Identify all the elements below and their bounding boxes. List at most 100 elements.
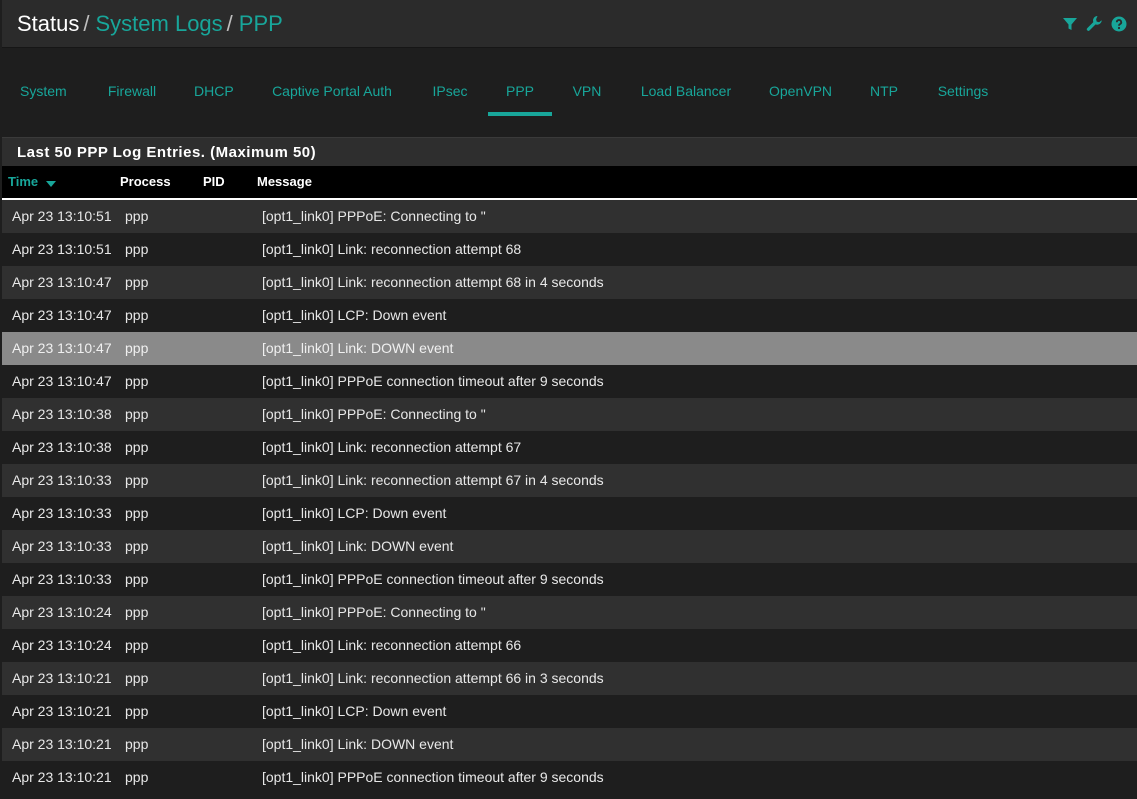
filter-icon[interactable]	[1062, 16, 1078, 32]
log-panel: Last 50 PPP Log Entries. (Maximum 50) Ti…	[2, 137, 1137, 799]
breadcrumb-separator: /	[83, 11, 90, 36]
tab-load-balancer[interactable]: Load Balancer	[640, 68, 732, 114]
table-row[interactable]: Apr 23 13:10:33 ppp [opt1_link0] LCP: Down…	[2, 497, 1137, 530]
cell-message: [opt1_link0] PPPoE connection timeout af…	[262, 769, 604, 785]
table-row[interactable]: Apr 23 13:10:24 ppp [opt1_link0] PPPoE: Co…	[2, 596, 1137, 629]
cell-process: ppp	[125, 670, 149, 686]
cell-message: [opt1_link0] LCP: Down event	[262, 703, 447, 719]
table-header: Time Process PID Message	[2, 166, 1137, 200]
table-row[interactable]: Apr 23 13:10:33 ppp [opt1_link0] Link: rec…	[2, 464, 1137, 497]
column-time-label: Time	[8, 174, 39, 189]
cell-process: ppp	[125, 208, 149, 224]
cell-process: ppp	[125, 703, 149, 719]
breadcrumb-status: Status	[17, 11, 80, 36]
table-row[interactable]: Apr 23 13:10:51 ppp [opt1_link0] PPPoE: Co…	[2, 200, 1137, 233]
table-row[interactable]: Apr 23 13:10:47 ppp [opt1_link0] Link: rec…	[2, 266, 1137, 299]
breadcrumb-separator: /	[226, 11, 233, 36]
cell-process: ppp	[125, 571, 149, 587]
cell-message: [opt1_link0] Link: reconnection attempt …	[262, 472, 604, 488]
tab-ntp[interactable]: NTP	[869, 68, 899, 114]
table-row[interactable]: Apr 23 13:10:47 ppp [opt1_link0] Link: DOW…	[2, 332, 1137, 365]
cell-time: Apr 23 13:10:21	[12, 769, 112, 785]
cell-message: [opt1_link0] Link: reconnection attempt …	[262, 241, 522, 257]
log-table-body: Apr 23 13:10:51 ppp [opt1_link0] PPPoE: Co…	[2, 200, 1137, 794]
cell-time: Apr 23 13:10:24	[12, 604, 112, 620]
panel-title: Last 50 PPP Log Entries. (Maximum 50)	[2, 137, 1137, 166]
table-row[interactable]: Apr 23 13:10:21 ppp [opt1_link0] LCP: Down…	[2, 695, 1137, 728]
page-header: Status / System Logs / PPP	[2, 0, 1137, 48]
cell-message: [opt1_link0] PPPoE connection timeout af…	[262, 571, 604, 587]
column-message[interactable]: Message	[257, 174, 312, 189]
cell-message: [opt1_link0] Link: DOWN event	[262, 538, 454, 554]
cell-time: Apr 23 13:10:24	[12, 637, 112, 653]
table-row[interactable]: Apr 23 13:10:24 ppp [opt1_link0] Link: rec…	[2, 629, 1137, 662]
cell-process: ppp	[125, 472, 149, 488]
cell-time: Apr 23 13:10:47	[12, 340, 112, 356]
cell-time: Apr 23 13:10:21	[12, 670, 112, 686]
cell-message: [opt1_link0] LCP: Down event	[262, 307, 447, 323]
cell-message: [opt1_link0] LCP: Down event	[262, 505, 447, 521]
cell-time: Apr 23 13:10:51	[12, 208, 112, 224]
cell-message: [opt1_link0] Link: DOWN event	[262, 736, 454, 752]
cell-process: ppp	[125, 307, 149, 323]
table-row[interactable]: Apr 23 13:10:51 ppp [opt1_link0] Link: rec…	[2, 233, 1137, 266]
cell-process: ppp	[125, 769, 149, 785]
cell-process: ppp	[125, 637, 149, 653]
help-icon[interactable]	[1111, 16, 1127, 32]
tab-captive-portal-auth[interactable]: Captive Portal Auth	[272, 68, 392, 114]
tab-ppp[interactable]: PPP	[488, 68, 552, 116]
table-row[interactable]: Apr 23 13:10:38 ppp [opt1_link0] Link: rec…	[2, 431, 1137, 464]
cell-process: ppp	[125, 340, 149, 356]
table-row[interactable]: Apr 23 13:10:21 ppp [opt1_link0] PPPoE con…	[2, 761, 1137, 794]
tab-dhcp[interactable]: DHCP	[194, 68, 234, 114]
cell-time: Apr 23 13:10:47	[12, 307, 112, 323]
wrench-icon[interactable]	[1086, 15, 1103, 32]
cell-time: Apr 23 13:10:21	[12, 703, 112, 719]
table-row[interactable]: Apr 23 13:10:21 ppp [opt1_link0] Link: DOW…	[2, 728, 1137, 761]
cell-message: [opt1_link0] Link: reconnection attempt …	[262, 670, 604, 686]
cell-process: ppp	[125, 505, 149, 521]
table-row[interactable]: Apr 23 13:10:47 ppp [opt1_link0] PPPoE con…	[2, 365, 1137, 398]
table-row[interactable]: Apr 23 13:10:38 ppp [opt1_link0] PPPoE: Co…	[2, 398, 1137, 431]
cell-time: Apr 23 13:10:21	[12, 736, 112, 752]
cell-message: [opt1_link0] PPPoE: Connecting to "	[262, 604, 486, 620]
cell-time: Apr 23 13:10:47	[12, 373, 112, 389]
table-row[interactable]: Apr 23 13:10:33 ppp [opt1_link0] Link: DOW…	[2, 530, 1137, 563]
cell-time: Apr 23 13:10:33	[12, 505, 112, 521]
cell-message: [opt1_link0] Link: reconnection attempt …	[262, 274, 604, 290]
cell-message: [opt1_link0] Link: DOWN event	[262, 340, 454, 356]
cell-time: Apr 23 13:10:38	[12, 406, 112, 422]
cell-message: [opt1_link0] PPPoE connection timeout af…	[262, 373, 604, 389]
cell-process: ppp	[125, 538, 149, 554]
cell-process: ppp	[125, 439, 149, 455]
log-tabs: System Firewall DHCP Captive Portal Auth…	[2, 68, 1137, 118]
table-row[interactable]: Apr 23 13:10:33 ppp [opt1_link0] PPPoE con…	[2, 563, 1137, 596]
tab-system[interactable]: System	[20, 68, 67, 114]
cell-process: ppp	[125, 736, 149, 752]
tab-openvpn[interactable]: OpenVPN	[769, 68, 832, 114]
cell-time: Apr 23 13:10:47	[12, 274, 112, 290]
cell-message: [opt1_link0] PPPoE: Connecting to "	[262, 208, 486, 224]
cell-process: ppp	[125, 241, 149, 257]
column-pid[interactable]: PID	[203, 174, 225, 189]
tab-ipsec[interactable]: IPsec	[431, 68, 469, 114]
cell-time: Apr 23 13:10:33	[12, 571, 112, 587]
tab-firewall[interactable]: Firewall	[106, 68, 158, 114]
table-row[interactable]: Apr 23 13:10:21 ppp [opt1_link0] Link: rec…	[2, 662, 1137, 695]
cell-process: ppp	[125, 406, 149, 422]
cell-time: Apr 23 13:10:51	[12, 241, 112, 257]
column-process[interactable]: Process	[120, 174, 171, 189]
cell-process: ppp	[125, 274, 149, 290]
column-time[interactable]: Time	[8, 174, 57, 190]
breadcrumb-system-logs[interactable]: System Logs	[96, 11, 223, 36]
cell-time: Apr 23 13:10:38	[12, 439, 112, 455]
cell-message: [opt1_link0] Link: reconnection attempt …	[262, 439, 522, 455]
cell-message: [opt1_link0] PPPoE: Connecting to "	[262, 406, 486, 422]
breadcrumb-ppp[interactable]: PPP	[239, 11, 283, 36]
table-row[interactable]: Apr 23 13:10:47 ppp [opt1_link0] LCP: Down…	[2, 299, 1137, 332]
header-actions	[1062, 15, 1127, 32]
sort-desc-icon	[46, 175, 57, 190]
cell-time: Apr 23 13:10:33	[12, 472, 112, 488]
tab-settings[interactable]: Settings	[936, 68, 990, 114]
tab-vpn[interactable]: VPN	[572, 68, 602, 114]
